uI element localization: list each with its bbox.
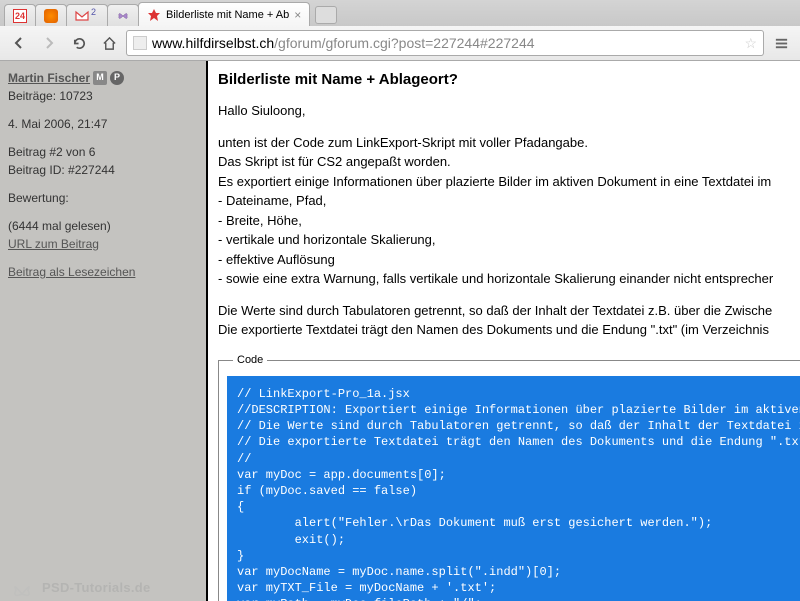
nav-row: www.hilfdirselbst.ch/gforum/gforum.cgi?p… bbox=[0, 26, 800, 60]
greeting: Hallo Siuloong, bbox=[218, 102, 800, 120]
butterfly-icon bbox=[116, 9, 130, 23]
post-date: 4. Mai 2006, 21:47 bbox=[8, 115, 198, 133]
reload-button[interactable] bbox=[66, 30, 92, 56]
body-line: - vertikale und horizontale Skalierung, bbox=[218, 231, 800, 249]
orange-icon bbox=[44, 9, 58, 23]
read-count: (6444 mal gelesen) bbox=[8, 217, 198, 235]
site-icon bbox=[147, 8, 161, 22]
tab-close-icon[interactable]: × bbox=[294, 8, 301, 22]
gmail-icon bbox=[75, 9, 89, 23]
tab-title: Bilderliste mit Name + Ab bbox=[166, 9, 289, 21]
new-tab-button[interactable] bbox=[315, 6, 337, 24]
body-line: - effektive Auflösung bbox=[218, 251, 800, 269]
rating-label: Bewertung: bbox=[8, 189, 198, 207]
badge-m-icon: M bbox=[93, 71, 107, 85]
code-legend: Code bbox=[233, 353, 267, 368]
body-line: Es exportiert einige Informationen über … bbox=[218, 173, 800, 191]
post-url-link[interactable]: URL zum Beitrag bbox=[8, 237, 99, 251]
page-content: Martin Fischer M P Beiträge: 10723 4. Ma… bbox=[0, 61, 800, 601]
tabs-row: 24 2 Bilderliste mit Name + Ab × bbox=[0, 0, 800, 26]
tab-4-active[interactable]: Bilderliste mit Name + Ab × bbox=[138, 2, 310, 26]
body-line: - sowie eine extra Warnung, falls vertik… bbox=[218, 270, 800, 288]
tab-2[interactable]: 2 bbox=[66, 4, 108, 26]
menu-button[interactable] bbox=[768, 30, 794, 56]
body-line: unten ist der Code zum LinkExport-Skript… bbox=[218, 134, 800, 152]
bookmark-star-icon[interactable]: ☆ bbox=[744, 35, 757, 52]
post-id: Beitrag ID: #227244 bbox=[8, 161, 198, 179]
tab-0[interactable]: 24 bbox=[4, 4, 36, 26]
post-body: Hallo Siuloong, unten ist der Code zum L… bbox=[218, 102, 800, 601]
page-icon bbox=[133, 36, 147, 50]
code-fieldset: Code // LinkExport-Pro_1a.jsx //DESCRIPT… bbox=[218, 353, 800, 601]
url-bar[interactable]: www.hilfdirselbst.ch/gforum/gforum.cgi?p… bbox=[126, 30, 764, 56]
post-main: Bilderliste mit Name + Ablageort? Hallo … bbox=[208, 61, 800, 601]
back-button[interactable] bbox=[6, 30, 32, 56]
body-line: Die Werte sind durch Tabulatoren getrenn… bbox=[218, 302, 800, 320]
tab-3[interactable] bbox=[107, 4, 139, 26]
body-line: - Dateiname, Pfad, bbox=[218, 192, 800, 210]
body-line: Das Skript ist für CS2 angepaßt worden. bbox=[218, 153, 800, 171]
post-count: Beiträge: 10723 bbox=[8, 87, 198, 105]
gmail-badge: 2 bbox=[91, 7, 96, 17]
body-line: - Breite, Höhe, bbox=[218, 212, 800, 230]
tab-1[interactable] bbox=[35, 4, 67, 26]
author-link[interactable]: Martin Fischer bbox=[8, 69, 90, 87]
body-line: Die exportierte Textdatei trägt den Name… bbox=[218, 321, 800, 339]
badge-p-icon: P bbox=[110, 71, 124, 85]
home-button[interactable] bbox=[96, 30, 122, 56]
post-sidebar: Martin Fischer M P Beiträge: 10723 4. Ma… bbox=[0, 61, 208, 601]
calendar-icon: 24 bbox=[13, 9, 27, 23]
post-title: Bilderliste mit Name + Ablageort? bbox=[218, 69, 800, 88]
forward-button[interactable] bbox=[36, 30, 62, 56]
browser-chrome: 24 2 Bilderliste mit Name + Ab × bbox=[0, 0, 800, 61]
url-text[interactable]: www.hilfdirselbst.ch/gforum/gforum.cgi?p… bbox=[152, 35, 739, 51]
code-block[interactable]: // LinkExport-Pro_1a.jsx //DESCRIPTION: … bbox=[227, 376, 800, 601]
bookmark-link[interactable]: Beitrag als Lesezeichen bbox=[8, 265, 135, 279]
post-number: Beitrag #2 von 6 bbox=[8, 143, 198, 161]
